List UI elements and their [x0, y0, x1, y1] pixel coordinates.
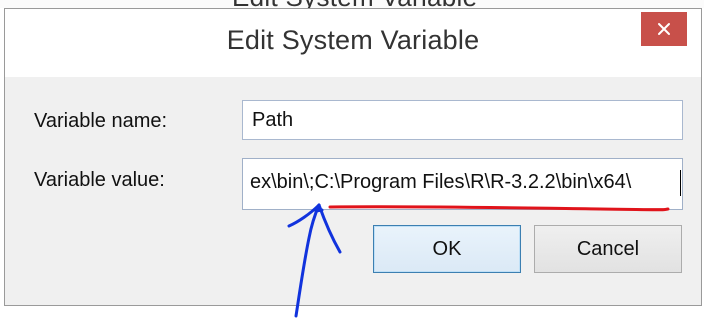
cancel-button[interactable]: Cancel — [534, 225, 682, 273]
ok-button[interactable]: OK — [373, 225, 521, 273]
variable-value-input[interactable]: ex\bin\;C:\Program Files\R\R-3.2.2\bin\x… — [242, 158, 683, 210]
variable-name-label: Variable name: — [34, 110, 168, 132]
previous-dialog-title: Edit System Variable — [232, 0, 477, 8]
variable-value-label: Variable value: — [34, 169, 165, 191]
screenshot: Edit System Variable Edit System Variabl… — [0, 0, 704, 322]
dialog-title: Edit System Variable — [226, 25, 480, 55]
previous-dialog-title-fragment: Edit System Variable — [0, 0, 704, 8]
text-caret — [680, 170, 681, 196]
variable-name-input[interactable]: Path — [242, 100, 683, 140]
title-bar[interactable]: Edit System Variable — [5, 9, 701, 77]
close-icon — [658, 23, 670, 35]
close-button[interactable] — [641, 12, 687, 46]
